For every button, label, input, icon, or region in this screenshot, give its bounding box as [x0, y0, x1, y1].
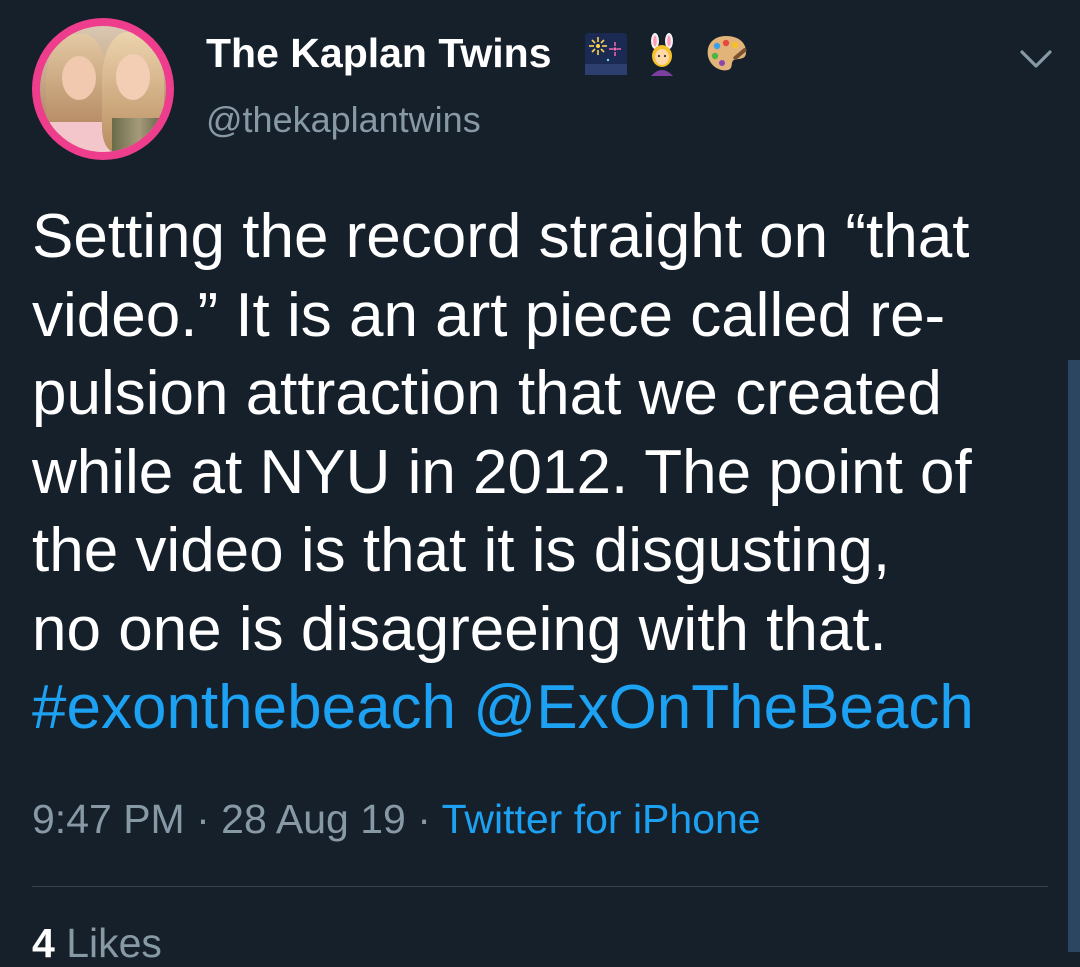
tweet-text-line: no one is disagreeing with that.: [32, 594, 887, 664]
mention-link[interactable]: @ExOnTheBeach: [473, 673, 974, 742]
tweet-source-link[interactable]: Twitter for iPhone: [442, 796, 761, 842]
tweet-text-line: while at NYU in 2012. The point of: [32, 437, 972, 507]
tweet-text: Setting the record straight on “that vid…: [32, 198, 1052, 748]
divider: [32, 886, 1048, 887]
avatar-photo: [40, 26, 166, 152]
likes-count: 4: [32, 920, 55, 966]
avatar-shirt-left: [50, 122, 106, 152]
scrollbar[interactable]: [1068, 360, 1080, 952]
likes-label: Likes: [66, 920, 162, 966]
woman-with-bunny-ears-icon: [651, 33, 673, 76]
tweet-text-line: Setting the record straight on “that: [32, 202, 970, 271]
display-name[interactable]: The Kaplan Twins: [206, 30, 552, 77]
username[interactable]: @thekaplantwins: [206, 99, 481, 141]
tweet-date: 28 Aug 19: [221, 796, 406, 842]
avatar-face-right: [116, 54, 150, 100]
meta-separator: ·: [417, 796, 431, 842]
tweet-text-line: video.” It is an art piece called re-: [32, 280, 946, 350]
meta-separator: ·: [196, 796, 210, 842]
likes-stat[interactable]: 4 Likes: [32, 920, 162, 967]
tweet-meta: 9:47 PM · 28 Aug 19 · Twitter for iPhone: [32, 796, 761, 843]
hashtag-link[interactable]: #exonthebeach: [32, 673, 456, 742]
avatar-face-left: [62, 56, 96, 100]
fireworks-icon: [585, 33, 627, 75]
tweet-detail: The Kaplan Twins @thekaplantwins Setting…: [0, 0, 1080, 966]
artist-palette-icon: [707, 36, 747, 71]
avatar-shirt-right: [112, 118, 166, 152]
tweet-text-line: pulsion attraction that we created: [32, 359, 942, 428]
avatar[interactable]: [32, 18, 174, 160]
chevron-down-icon[interactable]: [1016, 44, 1056, 74]
tweet-text-line: the video is that it is disgusting,: [32, 516, 891, 585]
tweet-time: 9:47 PM: [32, 796, 185, 842]
